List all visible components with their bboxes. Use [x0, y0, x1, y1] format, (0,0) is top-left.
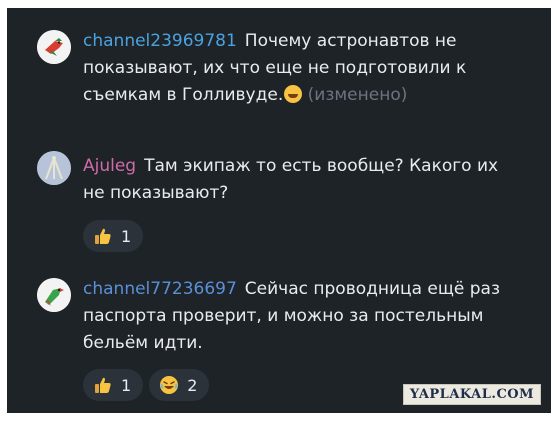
laughing-face-icon: [160, 376, 179, 394]
comment-author[interactable]: Ajuleg: [83, 156, 136, 176]
comment-text-block: channel23969781 Почему астронавтов не пок…: [83, 28, 503, 109]
parrot-avatar-icon[interactable]: [37, 30, 71, 64]
reaction-count: 1: [121, 226, 132, 246]
reaction-thumbs-up[interactable]: 1: [83, 369, 144, 401]
reaction-count: 1: [121, 375, 132, 395]
watermark-logo: YAPLAKAL.COM: [402, 384, 541, 405]
reaction-laughing[interactable]: 2: [149, 369, 210, 401]
reaction-count: 2: [187, 375, 198, 395]
reactions-bar: 1: [83, 220, 144, 252]
tripod-avatar-icon[interactable]: [37, 151, 71, 185]
comment-author[interactable]: channel23969781: [83, 31, 237, 51]
edited-label: (изменено): [307, 85, 408, 105]
parrot-avatar-icon[interactable]: [37, 278, 71, 312]
comment-text-block: Ajuleg Там экипаж то есть вообще? Какого …: [83, 153, 503, 207]
comment-text-block: channel77236697 Сейчас проводница ещё раз…: [83, 276, 503, 357]
chat-panel: channel23969781 Почему астронавтов не пок…: [7, 8, 551, 413]
comment-author[interactable]: channel77236697: [83, 279, 237, 299]
comment-body: Там экипаж то есть вообще? Какого их не …: [83, 156, 499, 203]
reactions-bar: 1 2: [83, 369, 210, 401]
thumbs-up-icon: [95, 377, 111, 393]
reaction-thumbs-up[interactable]: 1: [83, 220, 144, 252]
rofl-emoji-icon: [284, 85, 303, 103]
thumbs-up-icon: [95, 228, 111, 244]
